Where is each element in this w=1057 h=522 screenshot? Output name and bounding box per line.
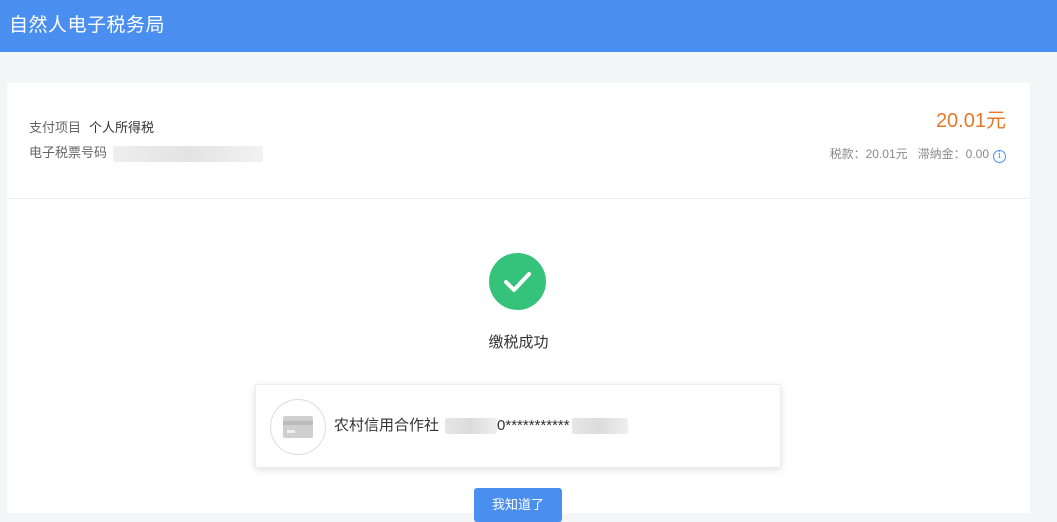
checkmark-icon <box>489 253 546 310</box>
bank-card-icon <box>270 399 326 455</box>
confirm-button[interactable]: 我知道了 <box>474 488 562 522</box>
account-redacted-part <box>445 418 498 435</box>
payment-amount: 20.01元 <box>935 110 1006 132</box>
payment-item-row: 支付项目 个人所得税 <box>29 119 154 137</box>
info-icon[interactable]: i <box>993 150 1006 163</box>
ticket-number-redacted <box>113 145 264 162</box>
bank-account-box: 农村信用合作社 0*********** <box>255 384 781 468</box>
account-redacted-tail <box>571 418 628 435</box>
ticket-number-row: 电子税票号码 <box>29 144 264 162</box>
bank-account-text: 农村信用合作社 0*********** <box>334 416 628 436</box>
payment-card: 支付项目 个人所得税 电子税票号码 20.01元 税款：20.01元 滞纳金：0.0… <box>7 83 1030 522</box>
payment-status-text: 缴税成功 <box>488 334 549 351</box>
payment-item-label: 支付项目 <box>29 120 82 135</box>
header-bar: 自然人电子税务局 <box>0 0 1057 52</box>
amount-breakdown: 税款：20.01元 滞纳金：0.00 i <box>830 146 1006 163</box>
app-title: 自然人电子税务局 <box>9 15 166 36</box>
bank-name: 农村信用合作社 <box>334 417 440 434</box>
account-masked-digits: 0*********** <box>497 417 570 434</box>
late-fee-label: 滞纳金： <box>917 147 966 161</box>
payment-item-value: 个人所得税 <box>89 120 155 135</box>
late-fee-value: 0.00 <box>965 147 989 161</box>
payment-summary: 支付项目 个人所得税 电子税票号码 20.01元 税款：20.01元 滞纳金：0.0… <box>7 83 1030 198</box>
tax-label: 税款： <box>829 147 866 161</box>
section-divider <box>7 198 1030 199</box>
tax-value: 20.01元 <box>865 147 908 161</box>
ticket-number-label: 电子税票号码 <box>29 145 108 160</box>
